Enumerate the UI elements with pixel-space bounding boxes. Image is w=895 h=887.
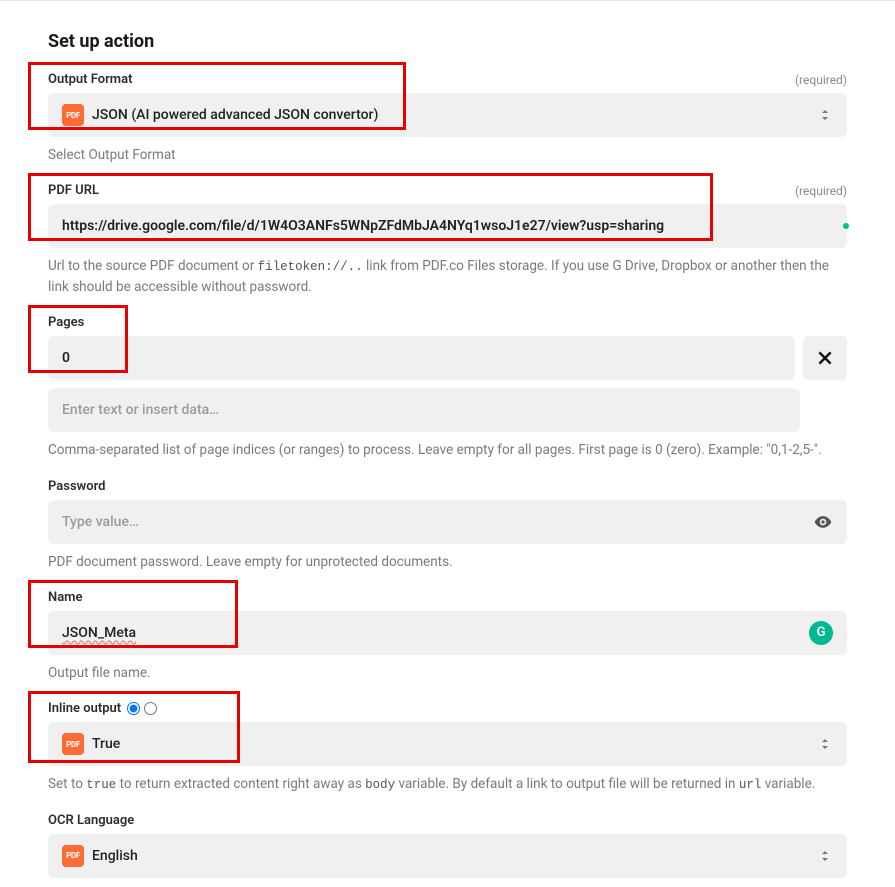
grammarly-icon[interactable]: G [809, 621, 833, 645]
password-placeholder: Type value… [62, 514, 805, 530]
field-ocr-language: OCR Language PDF English [48, 813, 847, 878]
inline-radio-2[interactable] [144, 702, 157, 715]
field-pdf-url: PDF URL (required) https://drive.google.… [48, 183, 847, 297]
hint-pages: Comma-separated list of page indices (or… [48, 440, 847, 460]
hint-inline-output: Set to true to return extracted content … [48, 774, 847, 795]
updown-icon [817, 107, 833, 123]
input-pages[interactable]: 0 [48, 336, 795, 380]
input-pdf-url[interactable]: https://drive.google.com/file/d/1W4O3ANF… [48, 204, 847, 248]
pages-placeholder: Enter text or insert data… [62, 402, 786, 418]
page-title: Set up action [48, 31, 847, 52]
output-format-value: JSON (AI powered advanced JSON convertor… [92, 107, 809, 123]
updown-icon [817, 848, 833, 864]
field-name: Name JSON_Meta G Output file name. [48, 590, 847, 683]
label-output-format: Output Format [48, 72, 132, 87]
pdf-icon: PDF [62, 733, 84, 755]
inline-radio-1[interactable] [127, 702, 140, 715]
input-name[interactable]: JSON_Meta G [48, 611, 847, 655]
required-tag: (required) [795, 184, 847, 198]
label-ocr-language: OCR Language [48, 813, 134, 828]
input-password[interactable]: Type value… [48, 500, 847, 544]
close-icon [816, 349, 834, 367]
label-pdf-url: PDF URL [48, 183, 99, 198]
field-inline-output: Inline output PDF True Set to true to re… [48, 701, 847, 795]
required-tag: (required) [795, 73, 847, 87]
select-output-format[interactable]: PDF JSON (AI powered advanced JSON conve… [48, 93, 847, 137]
select-inline-output[interactable]: PDF True [48, 722, 847, 766]
status-dot-icon [843, 223, 849, 229]
pdf-url-value: https://drive.google.com/file/d/1W4O3ANF… [62, 218, 833, 234]
inline-output-value: True [92, 736, 809, 752]
hint-output-format: Select Output Format [48, 145, 847, 165]
eye-icon[interactable] [813, 512, 833, 532]
ocr-language-value: English [92, 848, 809, 864]
label-name: Name [48, 590, 82, 605]
input-pages-extra[interactable]: Enter text or insert data… [48, 388, 800, 432]
clear-pages-button[interactable] [803, 336, 847, 380]
select-ocr-language[interactable]: PDF English [48, 834, 847, 878]
pdf-icon: PDF [62, 104, 84, 126]
field-password: Password Type value… PDF document passwo… [48, 479, 847, 572]
field-output-format: Output Format (required) PDF JSON (AI po… [48, 72, 847, 165]
name-value: JSON_Meta [62, 625, 801, 641]
pdf-icon: PDF [62, 845, 84, 867]
hint-password: PDF document password. Leave empty for u… [48, 552, 847, 572]
field-pages: Pages 0 Enter text or insert data… Comma… [48, 315, 847, 460]
label-password: Password [48, 479, 105, 494]
updown-icon [817, 736, 833, 752]
label-inline-output: Inline output [48, 701, 157, 716]
hint-name: Output file name. [48, 663, 847, 683]
hint-pdf-url: Url to the source PDF document or fileto… [48, 256, 847, 297]
pages-value: 0 [62, 350, 781, 366]
label-pages: Pages [48, 315, 84, 330]
